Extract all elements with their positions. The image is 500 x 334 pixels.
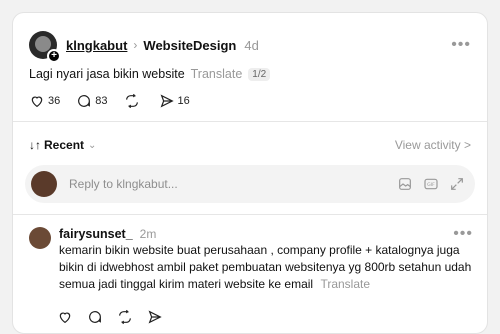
comment-text: kemarin bikin website buat perusahaan , … [59, 243, 472, 291]
divider [13, 214, 487, 215]
like-count: 36 [48, 95, 61, 107]
svg-text:GIF: GIF [427, 182, 435, 188]
user-avatar [31, 171, 57, 197]
more-icon[interactable]: ••• [453, 225, 473, 243]
comment-author[interactable]: fairysunset_ [59, 227, 133, 241]
post-header: + klngkabut › WebsiteDesign 4d ••• [29, 29, 471, 63]
reply-tools: GIF [397, 176, 465, 192]
post-card: + klngkabut › WebsiteDesign 4d ••• Lagi … [12, 12, 488, 334]
reply-input[interactable]: Reply to klngkabut... [69, 177, 178, 191]
repost-button[interactable] [124, 93, 143, 109]
share-icon [160, 94, 174, 108]
divider [13, 121, 487, 122]
comment-avatar[interactable] [29, 227, 51, 249]
comment-body: kemarin bikin website buat perusahaan , … [59, 242, 475, 293]
comment-icon [78, 95, 91, 107]
heart-icon[interactable] [57, 309, 73, 325]
view-activity-link[interactable]: View activity > [395, 138, 471, 152]
heart-icon [31, 96, 43, 108]
comment-time: 2m [139, 227, 157, 241]
repost-icon [125, 93, 138, 109]
chevron-down-icon: ⌄ [88, 139, 97, 151]
sort-dropdown[interactable]: ↓↑ Recent ⌄ [29, 138, 96, 152]
reply-box[interactable]: Reply to klngkabut... GIF [25, 165, 475, 203]
author-avatar[interactable]: + [29, 31, 61, 63]
thread-sort-row: ↓↑ Recent ⌄ View activity > [29, 135, 471, 155]
sort-arrows-icon: ↓↑ [29, 138, 41, 152]
share-count: 16 [177, 95, 190, 107]
expand-icon[interactable] [449, 176, 465, 192]
repost-icon[interactable] [117, 309, 133, 325]
comment-translate-link[interactable]: Translate [320, 277, 370, 291]
chevron-right-icon: › [133, 38, 138, 52]
comment-count: 83 [95, 95, 108, 107]
comment-button[interactable]: 83 [76, 93, 108, 109]
post-actions: 36 83 16 [29, 93, 206, 109]
comment-icon[interactable] [87, 309, 103, 325]
share-button[interactable]: 16 [159, 93, 190, 109]
post-topic[interactable]: WebsiteDesign [143, 38, 236, 53]
post-translate-link[interactable]: Translate [191, 67, 243, 81]
follow-plus-icon[interactable]: + [47, 49, 61, 63]
post-author[interactable]: klngkabut [66, 38, 127, 53]
post-text: Lagi nyari jasa bikin website [29, 67, 185, 81]
comment-header: fairysunset_ 2m ••• [59, 225, 473, 243]
sort-label: Recent [44, 138, 85, 152]
page-indicator: 1/2 [248, 67, 271, 81]
more-icon[interactable]: ••• [451, 36, 471, 54]
gif-icon[interactable]: GIF [423, 176, 439, 192]
comment-actions [57, 309, 163, 325]
post-body: Lagi nyari jasa bikin website Translate … [29, 67, 271, 81]
post-time: 4d [244, 37, 259, 53]
like-button[interactable]: 36 [29, 93, 60, 109]
image-icon[interactable] [397, 176, 413, 192]
share-icon[interactable] [147, 309, 163, 325]
